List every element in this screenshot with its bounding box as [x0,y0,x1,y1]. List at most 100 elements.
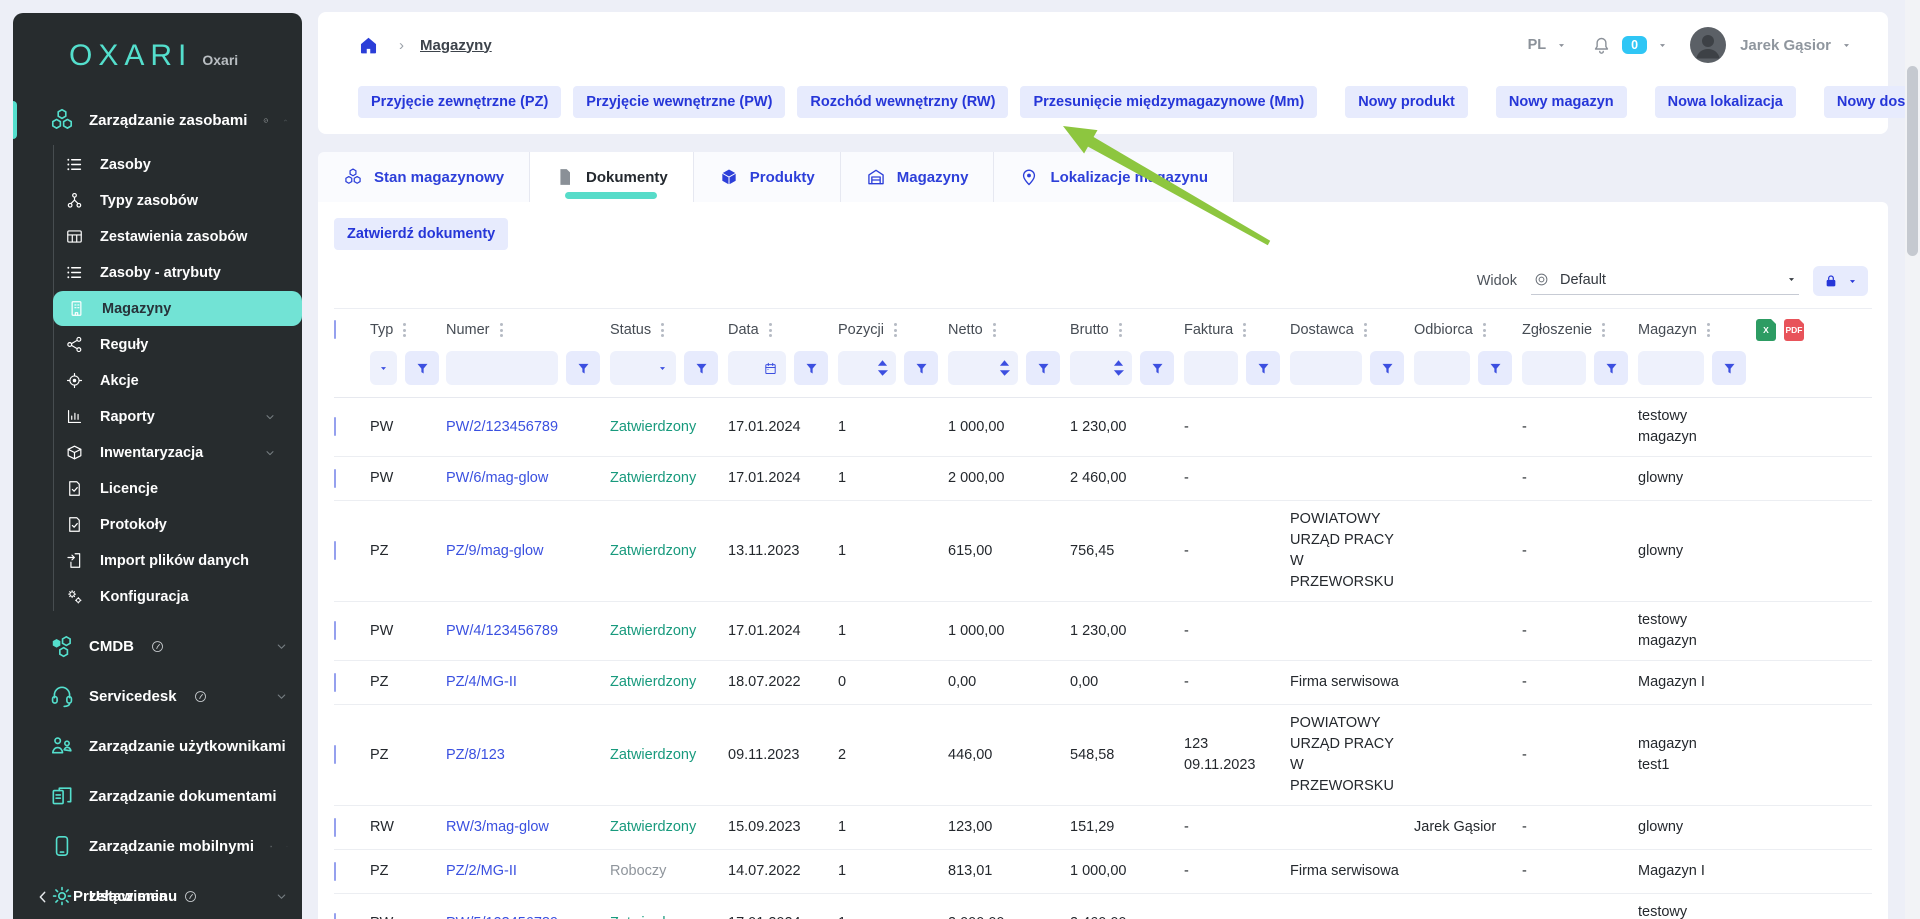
action-button-przyjecie-wewnetrzne-pw[interactable]: Przyjęcie wewnętrzne (PW) [573,86,786,118]
row-checkbox[interactable] [334,417,336,437]
sidebar-item-typy-zasobow[interactable]: Typy zasobów [13,183,302,218]
action-button-przesuniecie-miedzymagazynowe-mm[interactable]: Przesunięcie międzymagazynowe (Mm) [1020,86,1318,118]
action-button-nowy-magazyn[interactable]: Nowy magazyn [1495,86,1627,118]
filter-funnel-button[interactable] [1712,351,1746,385]
sidebar-item-zestawienia-zasobow[interactable]: Zestawienia zasobów [13,219,302,254]
cell-numer[interactable]: PW/6/mag-glow [446,468,610,489]
sidebar-item-akcje[interactable]: Akcje [13,363,302,398]
export-excel-icon[interactable]: X [1756,319,1776,341]
column-menu-icon[interactable] [1600,321,1607,339]
filter-input-status[interactable] [610,351,676,385]
row-checkbox[interactable] [334,672,336,692]
scrollbar-thumb[interactable] [1907,66,1918,256]
filter-input-brutto[interactable] [1070,351,1132,385]
sidebar-item-zasoby-atrybuty[interactable]: Zasoby - atrybuty [13,255,302,290]
action-button-nowa-lokalizacja[interactable]: Nowa lokalizacja [1654,86,1796,118]
filter-input-dostawca[interactable] [1290,351,1362,385]
sidebar-item-protokoly[interactable]: Protokoły [13,507,302,542]
cell-numer[interactable]: RW/3/mag-glow [446,817,610,838]
row-checkbox[interactable] [334,621,336,641]
cell-numer[interactable]: PW/5/123456789 [446,913,610,919]
filter-funnel-button[interactable] [684,351,718,385]
row-checkbox[interactable] [334,541,336,561]
sidebar-item-zasoby[interactable]: Zasoby [13,147,302,182]
chevron-down-icon[interactable] [1657,40,1668,51]
sidebar-section-zarzadzanie-zasobami[interactable]: Zarządzanie zasobami [13,95,302,145]
user-name[interactable]: Jarek Gąsior [1740,37,1831,54]
filter-input-data[interactable] [728,351,786,385]
notification-badge[interactable]: 0 [1622,36,1648,54]
column-menu-icon[interactable] [401,321,408,339]
filter-input-faktura[interactable] [1184,351,1238,385]
filter-input-magazyn[interactable] [1638,351,1704,385]
action-button-przyjecie-zewnetrzne-pz[interactable]: Przyjęcie zewnętrzne (PZ) [358,86,562,118]
column-menu-icon[interactable] [1362,321,1369,339]
filter-input-netto[interactable] [948,351,1018,385]
avatar[interactable] [1690,27,1727,63]
column-menu-icon[interactable] [1241,321,1248,339]
chevron-down-icon[interactable] [1556,40,1567,51]
number-stepper[interactable] [999,359,1010,377]
sidebar-item-konfiguracja[interactable]: Konfiguracja [13,579,302,614]
window-scrollbar[interactable] [1905,0,1920,919]
number-stepper[interactable] [877,359,888,377]
number-stepper[interactable] [1113,359,1124,377]
sidebar-section-zarzadzanie-uzytkownikami[interactable]: Zarządzanie użytkownikami [13,721,302,771]
cell-numer[interactable]: PW/4/123456789 [446,621,610,642]
sidebar-item-inwentaryzacja[interactable]: Inwentaryzacja [13,435,302,470]
sidebar-item-reguly[interactable]: Reguły [13,327,302,362]
action-button-nowy-produkt[interactable]: Nowy produkt [1345,86,1468,118]
filter-funnel-button[interactable] [904,351,938,385]
bell-icon[interactable] [1591,35,1612,56]
tab-magazyny[interactable]: Magazyny [840,152,995,202]
filter-input-zgloszenie[interactable] [1522,351,1586,385]
sidebar-section-zarzadzanie-dokumentami[interactable]: Zarządzanie dokumentami [13,771,302,821]
home-icon[interactable] [358,35,379,56]
column-menu-icon[interactable] [991,321,998,339]
sidebar-section-servicedesk[interactable]: Servicedesk [13,671,302,721]
select-all-checkbox[interactable] [334,320,336,339]
breadcrumb-current[interactable]: Magazyny [420,37,492,54]
column-menu-icon[interactable] [1481,321,1488,339]
column-menu-icon[interactable] [1705,321,1712,339]
approve-documents-button[interactable]: Zatwierdź dokumenty [334,218,509,250]
column-menu-icon[interactable] [892,321,899,339]
sidebar-item-raporty[interactable]: Raporty [13,399,302,434]
filter-funnel-button[interactable] [1594,351,1628,385]
tab-produkty[interactable]: Produkty [693,152,841,202]
row-checkbox[interactable] [334,817,336,837]
sidebar-item-import-plikow-danych[interactable]: Import plików danych [13,543,302,578]
export-pdf-icon[interactable]: PDF [1784,319,1804,341]
filter-funnel-button[interactable] [1370,351,1404,385]
calendar-icon[interactable] [763,361,778,376]
cell-numer[interactable]: PZ/9/mag-glow [446,541,610,562]
row-checkbox[interactable] [334,468,336,488]
filter-input-pozycji[interactable] [838,351,896,385]
filter-funnel-button[interactable] [1140,351,1174,385]
column-menu-icon[interactable] [767,321,774,339]
chevron-down-icon[interactable] [1841,40,1852,51]
cell-numer[interactable]: PZ/4/MG-II [446,672,610,693]
language-selector[interactable]: PL [1528,37,1547,53]
cell-numer[interactable]: PW/2/123456789 [446,417,610,438]
filter-funnel-button[interactable] [1026,351,1060,385]
filter-funnel-button[interactable] [794,351,828,385]
sidebar-toggle[interactable]: Przełącz menu [13,876,302,919]
row-checkbox[interactable] [334,861,336,881]
tab-dokumenty[interactable]: Dokumenty [530,152,694,202]
filter-input-typ[interactable] [370,351,397,385]
filter-funnel-button[interactable] [566,351,600,385]
sidebar-section-zarzadzanie-mobilnymi[interactable]: Zarządzanie mobilnymi [13,821,302,871]
view-select[interactable]: Default [1531,267,1799,295]
filter-funnel-button[interactable] [1246,351,1280,385]
filter-funnel-button[interactable] [1478,351,1512,385]
tab-lokalizacje-magazynu[interactable]: Lokalizacje magazynu [994,152,1235,202]
sidebar-section-cmdb[interactable]: CMDB [13,621,302,671]
sidebar-item-magazyny[interactable]: Magazyny [53,291,302,326]
cell-numer[interactable]: PZ/8/123 [446,745,610,766]
filter-input-odbiorca[interactable] [1414,351,1470,385]
lock-view-button[interactable] [1813,266,1868,296]
filter-funnel-button[interactable] [405,351,439,385]
filter-input-numer[interactable] [446,351,558,385]
row-checkbox[interactable] [334,745,336,765]
